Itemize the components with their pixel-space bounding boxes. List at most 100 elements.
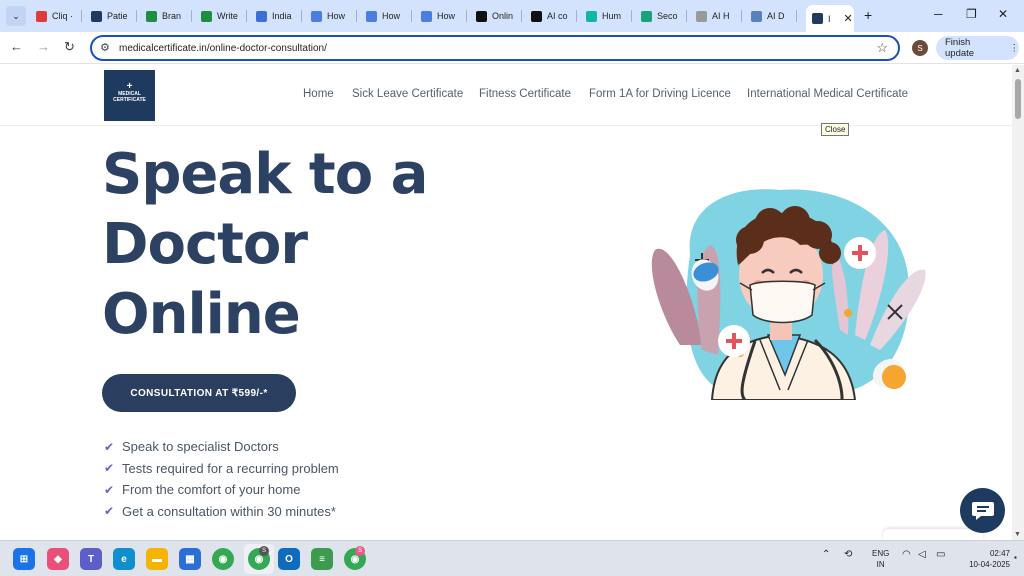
benefit-text: Speak to specialist Doctors	[122, 439, 279, 455]
nav-international-medical-certificate[interactable]: International Medical Certificate	[747, 88, 908, 100]
doctor-illustration	[651, 189, 926, 400]
tab-search-button[interactable]: ⌄	[6, 6, 26, 26]
tab-label: How	[327, 11, 346, 21]
clock-time: 02:47	[989, 549, 1010, 558]
browser-toolbar: ← → ↻ ⚙ medicalcertificate.in/online-doc…	[0, 32, 1024, 64]
tab-label: Write	[217, 11, 238, 21]
close-tab-icon[interactable]: ✕	[844, 12, 853, 25]
scroll-thumb[interactable]	[1015, 79, 1021, 119]
tab-active[interactable]: I ✕	[806, 5, 854, 32]
wifi-icon[interactable]: ◠	[902, 549, 911, 560]
finish-update-button[interactable]: Finish update ⋮	[936, 36, 1019, 60]
nav-sick-leave-certificate[interactable]: Sick Leave Certificate	[352, 88, 463, 100]
volume-icon[interactable]: ◁	[918, 549, 926, 560]
battery-icon[interactable]: ▭	[936, 549, 945, 560]
page-content: + MEDICAL CERTIFICATE Home Sick Leave Ce…	[0, 65, 1012, 540]
notepad-icon[interactable]: ≡	[311, 548, 333, 570]
forward-icon[interactable]: →	[37, 39, 50, 54]
url-text[interactable]: medicalcertificate.in/online-doctor-cons…	[119, 43, 327, 54]
tab-favicon	[201, 10, 212, 22]
tab-separator	[356, 10, 357, 22]
file-explorer-icon[interactable]: ▬	[146, 548, 168, 570]
outlook-icon[interactable]: O	[278, 548, 300, 570]
check-icon: ✔	[104, 504, 115, 519]
edge-icon[interactable]: e	[113, 548, 135, 570]
chat-widget-button[interactable]	[960, 488, 1005, 533]
hero-title-line-2: Doctor	[102, 212, 308, 277]
nav-form-1a-driving-licence[interactable]: Form 1A for Driving Licence	[589, 88, 731, 100]
more-menu-icon[interactable]: ⋮	[1010, 43, 1020, 54]
chrome-icon[interactable]: ◉	[212, 548, 234, 570]
clock-date: 10-04-2025	[969, 560, 1010, 569]
site-logo[interactable]: + MEDICAL CERTIFICATE	[104, 70, 155, 121]
minimize-button[interactable]: ─	[934, 7, 943, 21]
tab-item[interactable]: Bran	[140, 5, 192, 27]
restore-button[interactable]: ❐	[966, 7, 977, 21]
reload-icon[interactable]: ↻	[64, 39, 75, 55]
sync-icon[interactable]: ⟲	[844, 549, 852, 560]
scroll-up-icon[interactable]: ▲	[1014, 67, 1021, 74]
tab-favicon	[146, 10, 157, 22]
tab-favicon	[256, 10, 267, 22]
check-icon: ✔	[104, 461, 115, 476]
tab-item[interactable]: Cliq ·	[30, 5, 82, 27]
nav-home[interactable]: Home	[303, 88, 334, 100]
start-menu-icon[interactable]: ⊞	[13, 548, 35, 570]
benefits-list: ✔ Speak to specialist Doctors ✔ Tests requ…	[104, 436, 339, 522]
tab-separator	[576, 10, 577, 22]
benefit-text: Tests required for a recurring problem	[122, 460, 339, 476]
site-header: + MEDICAL CERTIFICATE Home Sick Leave Ce…	[0, 65, 1012, 126]
address-bar[interactable]: ⚙ medicalcertificate.in/online-doctor-co…	[90, 35, 900, 61]
new-tab-button[interactable]: +	[864, 7, 872, 23]
tab-item[interactable]: Onlin	[470, 5, 522, 27]
tab-favicon	[696, 10, 707, 22]
chrome-profile-badge: S	[259, 546, 269, 556]
tab-favicon	[311, 10, 322, 22]
bookmark-star-icon[interactable]: ☆	[876, 40, 888, 56]
tab-favicon	[641, 10, 652, 22]
nav-fitness-certificate[interactable]: Fitness Certificate	[479, 88, 571, 100]
tab-item[interactable]: India	[250, 5, 302, 27]
tab-item[interactable]: Seco	[635, 5, 687, 27]
chat-widget-tab	[883, 529, 983, 540]
tab-separator	[81, 10, 82, 22]
tab-favicon	[91, 10, 102, 22]
language-indicator[interactable]: ENG IN	[872, 548, 889, 570]
tab-item[interactable]: Write	[195, 5, 247, 27]
logo-plus-icon: +	[126, 81, 133, 92]
benefit-item: ✔ From the comfort of your home	[104, 479, 339, 501]
tab-item[interactable]: Hum	[580, 5, 632, 27]
tab-item[interactable]: Patie	[85, 5, 137, 27]
tab-separator	[521, 10, 522, 22]
tab-separator	[191, 10, 192, 22]
site-info-icon[interactable]: ⚙	[100, 41, 110, 54]
active-tab-favicon	[812, 13, 823, 24]
tray-overflow-icon[interactable]: ⌃	[822, 549, 830, 560]
tab-item[interactable]: AI D	[745, 5, 797, 27]
profile-avatar[interactable]: S	[912, 40, 928, 56]
tab-item[interactable]: How	[305, 5, 357, 27]
consultation-cta-button[interactable]: CONSULTATION AT ₹599/-*	[102, 374, 296, 412]
tab-separator	[796, 10, 797, 22]
tab-separator	[246, 10, 247, 22]
tab-favicon	[366, 10, 377, 22]
tab-label: Cliq ·	[52, 11, 74, 21]
back-icon[interactable]: ←	[10, 39, 23, 54]
notification-icon[interactable]: ▪	[1014, 553, 1017, 562]
scroll-down-icon[interactable]: ▼	[1014, 531, 1021, 538]
system-clock[interactable]: 02:47 10-04-2025	[960, 548, 1010, 570]
tab-label: Seco	[657, 11, 678, 21]
tab-favicon	[36, 10, 47, 22]
tab-item[interactable]: AI co	[525, 5, 577, 27]
copilot-icon[interactable]: ◆	[47, 548, 69, 570]
tab-item[interactable]: How	[415, 5, 467, 27]
tab-item[interactable]: How	[360, 5, 412, 27]
tab-separator	[136, 10, 137, 22]
page-scrollbar[interactable]: ▲ ▼	[1012, 65, 1024, 540]
microsoft-store-icon[interactable]: ▦	[179, 548, 201, 570]
chrome-second-profile-badge: S	[355, 546, 365, 556]
teams-icon[interactable]: T	[80, 548, 102, 570]
hero-title-line-3: Online	[102, 282, 301, 347]
close-window-button[interactable]: ✕	[998, 7, 1008, 21]
tab-item[interactable]: AI H	[690, 5, 742, 27]
